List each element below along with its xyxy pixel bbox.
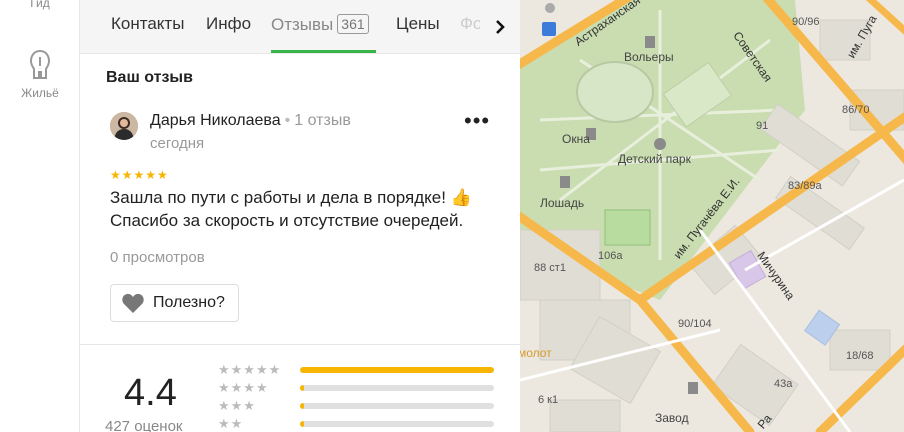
review-panel: Контакты Инфо Отзывы 361 Цены Фо Ваш отзы… bbox=[80, 0, 520, 432]
map-view[interactable]: Вольеры Окна Детский парк Лошадь 91 90/9… bbox=[520, 0, 904, 432]
factory-icon bbox=[688, 382, 698, 394]
author-review-count: 1 отзыв bbox=[294, 112, 351, 129]
ellipsis-icon: ••• bbox=[464, 108, 491, 133]
rail-item-guide[interactable]: Гид bbox=[0, 0, 80, 10]
tab-contacts[interactable]: Контакты bbox=[111, 14, 184, 34]
map-label-number: 91 bbox=[756, 120, 769, 132]
review-text-line: Спасибо за скорость и отсутствие очереде… bbox=[110, 211, 464, 230]
map-label-detsky-park: Детский парк bbox=[618, 152, 691, 166]
more-options-button[interactable]: ••• bbox=[464, 110, 490, 132]
bus-stop-icon bbox=[542, 22, 556, 36]
rating-row-stars: ★★★ bbox=[218, 398, 256, 413]
zoo-icon bbox=[645, 36, 655, 48]
rating-row-stars: ★★★★★ bbox=[218, 362, 282, 377]
rating-row-fill bbox=[300, 385, 304, 391]
rating-row-stars: ★★★★ bbox=[218, 380, 269, 395]
user-photo bbox=[110, 112, 138, 140]
rail-item-label: Жильё bbox=[21, 86, 59, 100]
review-rating-stars: ★★★★★ bbox=[110, 168, 169, 182]
map-label-zavod: Завод bbox=[655, 411, 689, 425]
ratings-count: 427 оценок bbox=[105, 418, 183, 432]
house-icon bbox=[29, 49, 51, 79]
avatar[interactable] bbox=[110, 112, 138, 140]
tab-prices[interactable]: Цены bbox=[396, 14, 440, 34]
map-label-okna: Окна bbox=[562, 132, 590, 146]
rating-row-fill bbox=[300, 421, 304, 427]
heart-icon bbox=[122, 293, 144, 313]
map-label-loshad: Лошадь bbox=[540, 196, 585, 210]
map-label-number: 88 ст1 bbox=[534, 262, 566, 274]
rating-row-bar bbox=[300, 421, 494, 427]
useful-label: Полезно? bbox=[153, 294, 225, 311]
useful-button[interactable]: Полезно? bbox=[110, 284, 239, 322]
map-label-number: 86/70 bbox=[842, 104, 870, 116]
rating-row-bar bbox=[300, 367, 494, 373]
tab-bar: Контакты Инфо Отзывы 361 Цены Фо bbox=[80, 0, 520, 54]
map-label-number: 18/68 bbox=[846, 350, 874, 362]
overall-rating: 4.4 bbox=[124, 372, 177, 414]
rating-row-fill bbox=[300, 403, 304, 409]
review-text-line: Зашла по пути с работы и дела в порядке!… bbox=[110, 188, 472, 207]
map-label-molot: молот bbox=[520, 346, 552, 360]
map-label-number: 6 к1 bbox=[538, 394, 559, 406]
tab-info[interactable]: Инфо bbox=[206, 14, 251, 34]
review-date: сегодня bbox=[150, 135, 205, 152]
rating-row-fill bbox=[300, 367, 494, 373]
reviews-count-badge: 361 bbox=[337, 14, 369, 34]
chevron-right-icon bbox=[496, 19, 505, 34]
review-author: Дарья Николаева • 1 отзыв bbox=[150, 112, 351, 129]
map-label-number: 90/96 bbox=[792, 16, 820, 28]
author-name[interactable]: Дарья Николаева bbox=[150, 112, 281, 129]
divider bbox=[80, 344, 520, 345]
map-label-number: 83/89а bbox=[788, 180, 822, 192]
section-title: Ваш отзыв bbox=[106, 69, 193, 86]
rating-row-stars: ★★ bbox=[218, 416, 244, 431]
map-label-number: 43а bbox=[774, 378, 793, 390]
rail-item-housing[interactable]: Жильё bbox=[0, 48, 80, 100]
rating-row-bar bbox=[300, 403, 494, 409]
map-label-volery: Вольеры bbox=[624, 50, 674, 64]
rail-item-label: Гид bbox=[30, 0, 50, 10]
review-views: 0 просмотров bbox=[110, 249, 205, 266]
tabs-scroll-right-button[interactable] bbox=[480, 0, 520, 53]
poi-icon bbox=[545, 3, 555, 13]
map-label-number: 106а bbox=[598, 250, 623, 262]
left-rail: Гид Жильё bbox=[0, 0, 80, 432]
tab-reviews[interactable]: Отзывы 361 bbox=[271, 14, 369, 35]
map-label-number: 90/104 bbox=[678, 318, 712, 330]
rating-row-bar bbox=[300, 385, 494, 391]
review-text: Зашла по пути с работы и дела в порядке!… bbox=[110, 186, 510, 232]
park-icon bbox=[654, 138, 666, 150]
active-tab-indicator bbox=[271, 50, 376, 53]
horse-icon bbox=[560, 176, 570, 188]
